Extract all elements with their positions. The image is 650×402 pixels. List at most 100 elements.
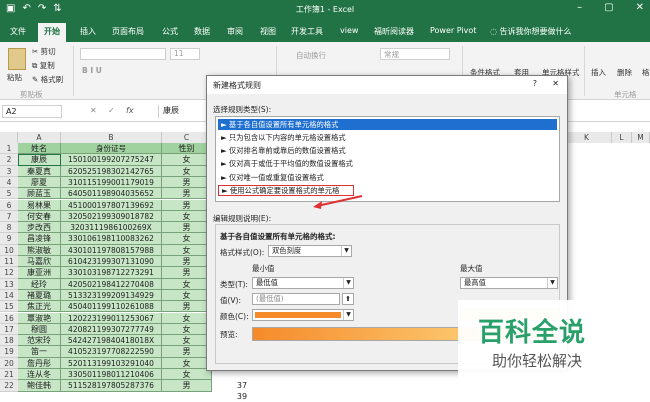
- cell-c[interactable]: 女: [162, 312, 212, 324]
- cell-b[interactable]: 451000197807139692: [61, 199, 162, 211]
- row-header[interactable]: 14: [0, 289, 18, 302]
- cell-c[interactable]: 女: [162, 357, 212, 369]
- select-all-corner[interactable]: [0, 132, 18, 143]
- column-header-m[interactable]: M: [632, 132, 650, 143]
- paste-icon[interactable]: [8, 48, 26, 70]
- cell-b[interactable]: 330106198110083262: [61, 233, 162, 245]
- cell-a[interactable]: 连从冬: [18, 369, 61, 381]
- format-cells-button[interactable]: 格式: [642, 67, 650, 78]
- cell-b[interactable]: 511528197805287376: [61, 380, 162, 392]
- cell-a[interactable]: 经玲: [18, 278, 61, 290]
- cell-b[interactable]: 542427198404180​18X: [61, 335, 162, 347]
- row-header[interactable]: 22: [0, 380, 18, 392]
- tab-review[interactable]: 审阅: [227, 26, 243, 37]
- maximize-icon[interactable]: ▢: [604, 2, 613, 13]
- cell-b[interactable]: 513323199209134929: [61, 289, 162, 302]
- cell-a[interactable]: 廖夏: [18, 176, 61, 189]
- cell-c[interactable]: 男: [162, 199, 212, 211]
- cell-a[interactable]: 鲍佳韩: [18, 380, 61, 392]
- minimize-icon[interactable]: –: [577, 2, 582, 13]
- row-header[interactable]: 4: [0, 176, 18, 189]
- column-header-b[interactable]: B: [61, 132, 162, 143]
- tab-page-layout[interactable]: 页面布局: [112, 26, 144, 37]
- tab-insert[interactable]: 插入: [80, 26, 96, 37]
- cell-b[interactable]: 310115199001179019: [61, 176, 162, 189]
- help-button[interactable]: ?: [533, 79, 537, 88]
- row-header[interactable]: 21: [0, 369, 18, 381]
- row-header[interactable]: 18: [0, 335, 18, 347]
- cell-b[interactable]: 410523197708222590: [61, 346, 162, 358]
- cell-d21[interactable]: 37: [222, 381, 262, 390]
- cell-c[interactable]: 男: [162, 176, 212, 189]
- cell-b[interactable]: 640501198904035652: [61, 188, 162, 200]
- min-type-select[interactable]: 最低值 ▼: [252, 277, 354, 289]
- range-picker-icon[interactable]: ⬆: [342, 293, 354, 305]
- paste-button[interactable]: 粘贴: [7, 72, 22, 83]
- tell-me-search[interactable]: ◌ 告诉我你想要做什么: [490, 26, 572, 37]
- cell-a[interactable]: 覃淑艳: [18, 312, 61, 324]
- row-header[interactable]: 7: [0, 210, 18, 223]
- min-value-input[interactable]: (最低值): [252, 293, 340, 305]
- row-header[interactable]: 10: [0, 244, 18, 256]
- format-style-select[interactable]: 双色刻度 ▼: [268, 245, 352, 257]
- row-header[interactable]: 12: [0, 267, 18, 279]
- cell-a[interactable]: 褚夏璐: [18, 289, 61, 302]
- cell-b[interactable]: 420821199307277749: [61, 323, 162, 336]
- close-icon[interactable]: ✕: [636, 2, 644, 13]
- cell-c[interactable]: 女: [162, 278, 212, 290]
- tab-foxit[interactable]: 福昕阅读器: [374, 26, 414, 37]
- cancel-icon[interactable]: ✕: [90, 106, 97, 115]
- row-header[interactable]: 3: [0, 165, 18, 177]
- copy-button[interactable]: ⧉ 复制: [32, 60, 55, 71]
- cell-c[interactable]: 男: [162, 222, 212, 234]
- max-type-select[interactable]: 最高值 ▼: [460, 277, 558, 289]
- column-header-k[interactable]: K: [562, 132, 612, 143]
- row-header[interactable]: 2: [0, 154, 18, 166]
- row-header[interactable]: 20: [0, 357, 18, 369]
- name-box[interactable]: A2: [2, 105, 62, 118]
- number-format-select[interactable]: 常规: [380, 48, 450, 60]
- tab-file[interactable]: 文件: [10, 26, 26, 37]
- cell-c[interactable]: 男: [162, 188, 212, 200]
- cell-a[interactable]: 顾蓝玉: [18, 188, 61, 200]
- min-color-select[interactable]: ▼: [252, 309, 354, 321]
- row-header[interactable]: 8: [0, 222, 18, 234]
- fx-icon[interactable]: fx: [126, 106, 134, 115]
- cell-b[interactable]: 420502198412270408: [61, 278, 162, 290]
- tab-home[interactable]: 开始: [38, 23, 66, 43]
- check-icon[interactable]: ✓: [108, 106, 115, 115]
- rule-item[interactable]: ► 基于各自值设置所有单元格的格式: [218, 119, 557, 130]
- cell-c[interactable]: 男: [162, 256, 212, 268]
- cell-a[interactable]: 穆圆: [18, 323, 61, 336]
- font-size-select[interactable]: 11: [170, 48, 200, 60]
- cell-b[interactable]: 120223199011253067: [61, 312, 162, 324]
- cell-c[interactable]: 女: [162, 289, 212, 302]
- tab-view-en[interactable]: view: [340, 26, 358, 35]
- cell-b[interactable]: 430101197808157988: [61, 244, 162, 256]
- row-header[interactable]: 16: [0, 312, 18, 324]
- rule-item[interactable]: ► 只为包含以下内容的单元格设置格式: [218, 132, 557, 143]
- cell-c[interactable]: 男: [162, 267, 212, 279]
- cut-button[interactable]: ✂ 剪切: [32, 46, 56, 57]
- cell-a[interactable]: 康亚洲: [18, 267, 61, 279]
- column-header-c[interactable]: C: [162, 132, 212, 143]
- column-header-l[interactable]: L: [612, 132, 632, 143]
- cell-b[interactable]: 身份证号: [61, 143, 162, 155]
- cell-b[interactable]: 450401199110261088: [61, 301, 162, 313]
- cell-a[interactable]: 何安春: [18, 210, 61, 223]
- column-header-a[interactable]: A: [18, 132, 61, 143]
- delete-cells-button[interactable]: 删除: [617, 67, 632, 78]
- cell-b[interactable]: 320502199309018782: [61, 210, 162, 223]
- cell-b[interactable]: 620525198302142765: [61, 165, 162, 177]
- cell-d22[interactable]: 39: [222, 392, 262, 401]
- cell-c[interactable]: 女: [162, 323, 212, 336]
- cell-c[interactable]: 女: [162, 233, 212, 245]
- row-header[interactable]: 1: [0, 143, 18, 155]
- cell-c[interactable]: 女: [162, 244, 212, 256]
- cell-c[interactable]: 女: [162, 154, 212, 166]
- cell-c[interactable]: 男: [162, 301, 212, 313]
- cell-a[interactable]: 易林果: [18, 199, 61, 211]
- row-header[interactable]: 6: [0, 199, 18, 211]
- row-header[interactable]: 13: [0, 278, 18, 290]
- row-header[interactable]: 19: [0, 346, 18, 358]
